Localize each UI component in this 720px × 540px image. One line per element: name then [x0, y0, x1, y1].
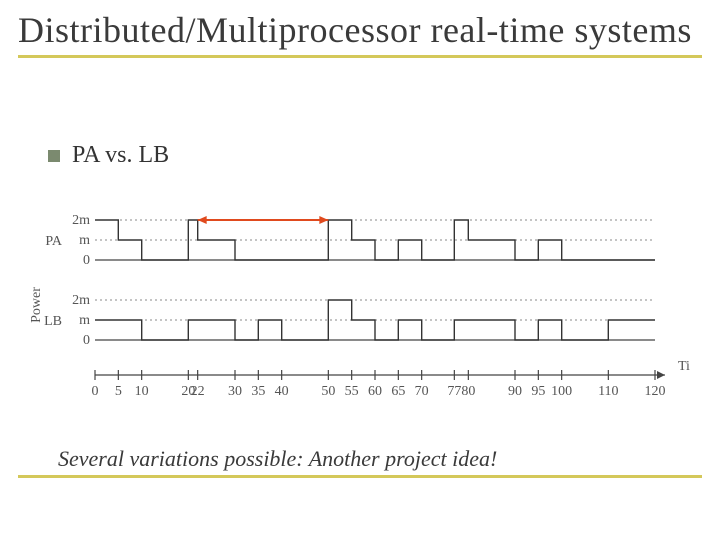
time-tick-label: 22 — [191, 384, 205, 399]
lb-ytick-2m: 2m — [72, 293, 90, 308]
power-axis-label: Power — [30, 287, 44, 323]
time-tick-label: 80 — [461, 384, 475, 399]
time-tick-label: 65 — [391, 384, 405, 399]
footer-underline — [18, 475, 702, 478]
time-tick-label: 60 — [368, 384, 382, 399]
lb-ytick-0: 0 — [83, 333, 90, 348]
time-tick-label: 0 — [92, 384, 99, 399]
time-tick-label: 70 — [415, 384, 429, 399]
page-title: Distributed/Multiprocessor real-time sys… — [18, 10, 702, 51]
time-tick-label: 120 — [645, 384, 666, 399]
title-block: Distributed/Multiprocessor real-time sys… — [18, 10, 702, 58]
bullet-row: PA vs. LB — [48, 142, 169, 169]
pa-row-label: PA — [45, 234, 63, 249]
power-time-chart: Power PA 2m m 0 LB 2m m 0 Time 051020223… — [30, 190, 690, 420]
time-tick-label: 30 — [228, 384, 242, 399]
lb-ytick-m: m — [79, 313, 90, 328]
footer-text: Several variations possible: Another pro… — [58, 446, 497, 472]
time-axis-label: Time — [678, 359, 690, 374]
time-tick-label: 55 — [345, 384, 359, 399]
pa-ytick-0: 0 — [83, 253, 90, 268]
time-tick-label: 90 — [508, 384, 522, 399]
time-tick-label: 95 — [531, 384, 545, 399]
time-tick-label: 50 — [321, 384, 335, 399]
pa-ytick-m: m — [79, 233, 90, 248]
pa-ytick-2m: 2m — [72, 213, 90, 228]
time-tick-label: 110 — [598, 384, 618, 399]
time-axis-arrow-icon — [657, 371, 665, 379]
time-tick-label: 5 — [115, 384, 122, 399]
time-tick-label: 35 — [251, 384, 265, 399]
time-tick-label: 100 — [551, 384, 572, 399]
bullet-text: PA vs. LB — [72, 142, 169, 169]
time-tick-label: 40 — [275, 384, 289, 399]
idle-arrow-annotation — [198, 216, 329, 224]
time-tick-label: 77 — [447, 384, 461, 399]
time-tick-label: 10 — [135, 384, 149, 399]
square-bullet-icon — [48, 150, 60, 162]
time-ticks: 0510202230354050556065707780909510011012… — [92, 370, 666, 399]
lb-row-label: LB — [44, 314, 62, 329]
slide: Distributed/Multiprocessor real-time sys… — [0, 0, 720, 540]
title-underline: Distributed/Multiprocessor real-time sys… — [18, 10, 702, 58]
